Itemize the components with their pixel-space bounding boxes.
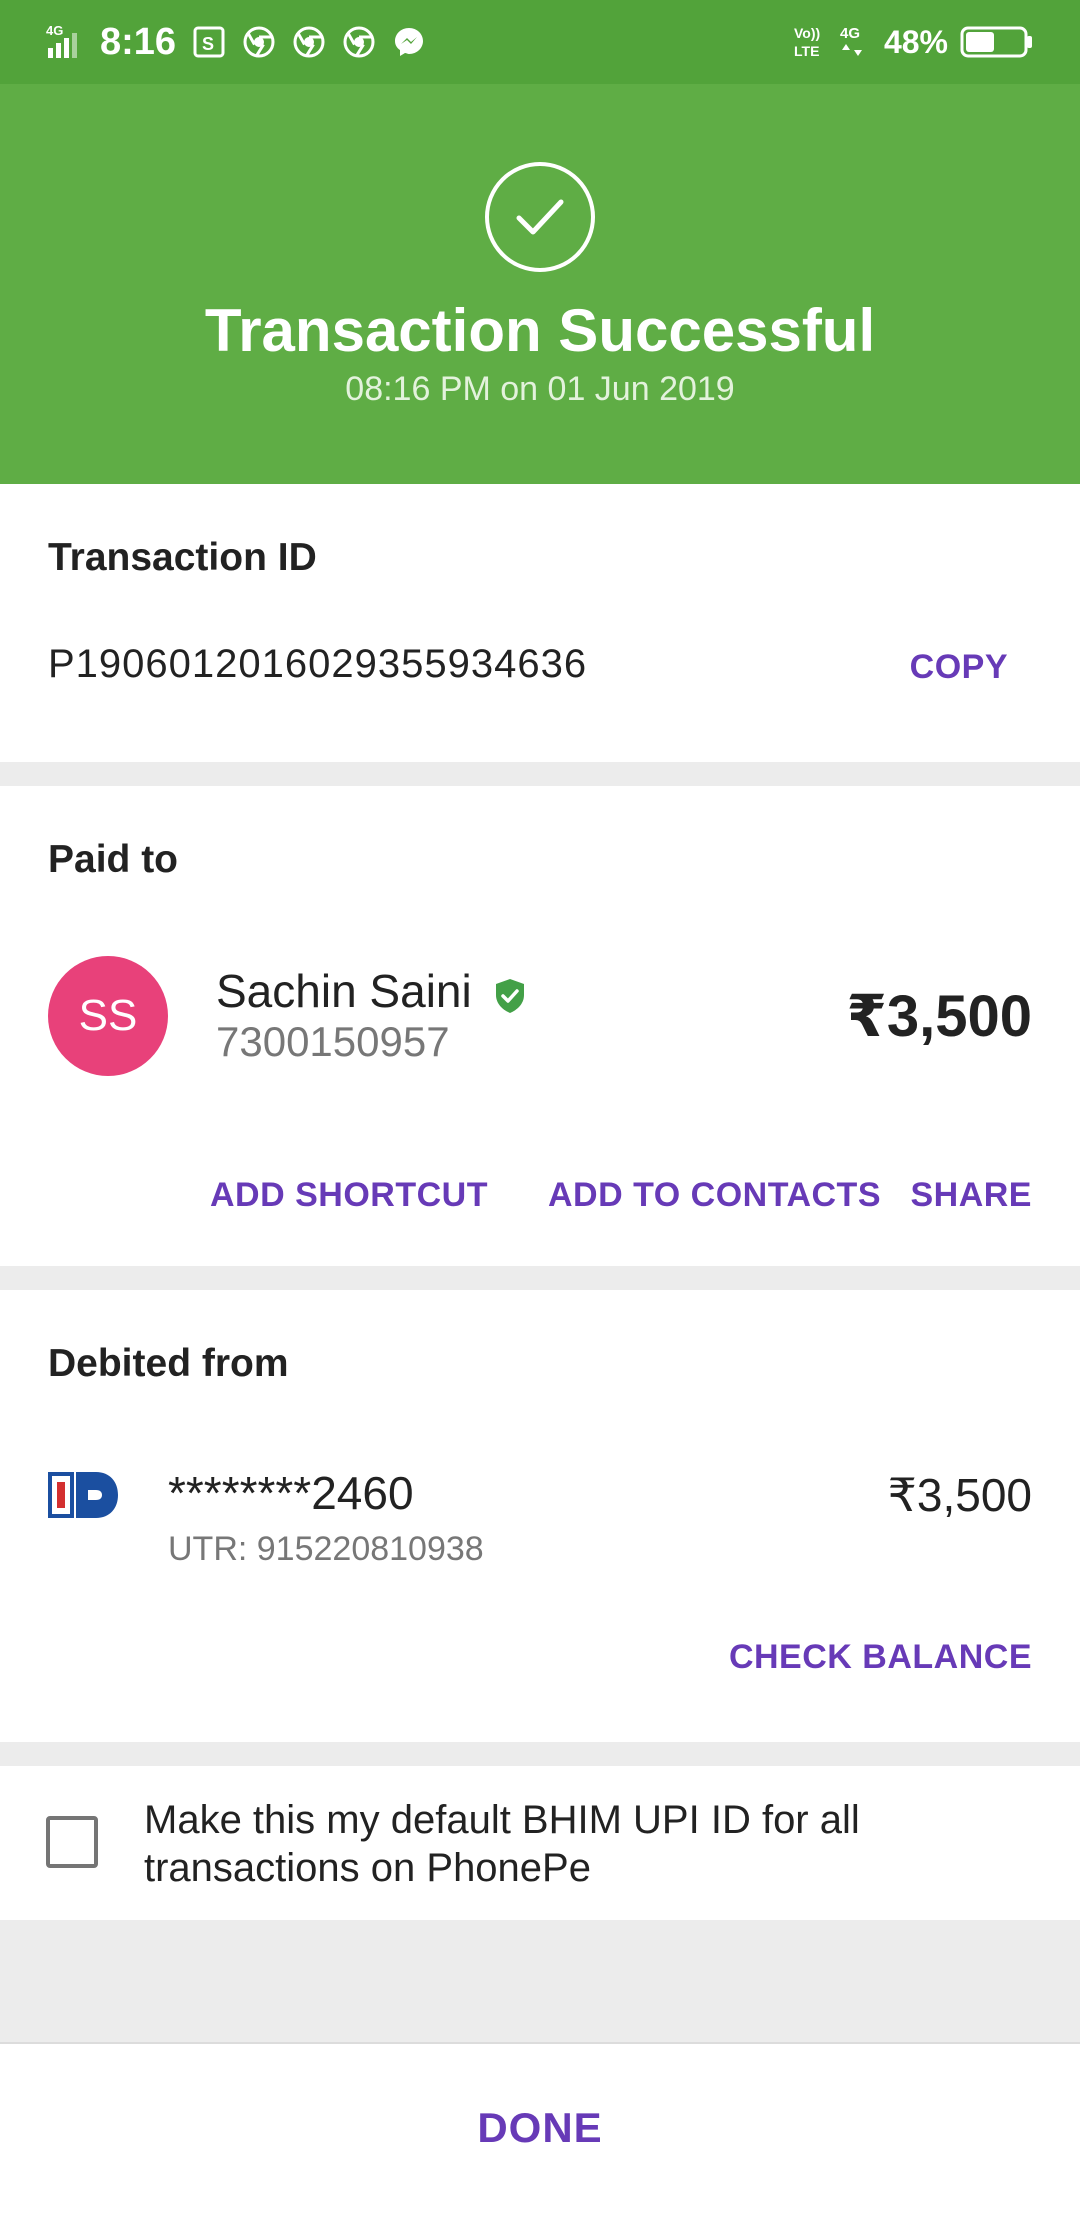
bank-logo-icon: [48, 1472, 118, 1518]
svg-text:4G: 4G: [840, 25, 860, 42]
footer-divider: [0, 2042, 1080, 2044]
status-time: 8:16: [100, 20, 177, 63]
chrome-icon: [293, 26, 325, 58]
check-balance-button[interactable]: CHECK BALANCE: [729, 1638, 1032, 1677]
status-bar: 4G 8:16 S Vo)) LTE 4G 48%: [0, 0, 1080, 84]
svg-text:Vo)): Vo)): [794, 25, 820, 41]
section-divider: [0, 762, 1080, 786]
transaction-timestamp: 08:16 PM on 01 Jun 2019: [345, 370, 735, 408]
debited-amount: ₹3,500: [887, 1469, 1032, 1521]
svg-text:4G: 4G: [46, 23, 63, 38]
bottom-spacer: [0, 1920, 1080, 2042]
done-button[interactable]: DONE: [0, 2104, 1080, 2152]
volte-icon: Vo)) LTE: [794, 25, 820, 59]
chrome-icon: [343, 26, 375, 58]
verified-badge-icon: [496, 979, 524, 1013]
battery-percent: 48%: [883, 23, 948, 60]
utr-number: UTR: 915220810938: [168, 1530, 484, 1568]
default-upi-checkbox[interactable]: [46, 1816, 98, 1868]
debited-from-label: Debited from: [48, 1342, 289, 1385]
add-to-contacts-button[interactable]: ADD TO CONTACTS: [548, 1176, 881, 1215]
paid-to-label: Paid to: [48, 838, 179, 881]
screenshot-icon: S: [193, 26, 225, 58]
default-upi-label[interactable]: Make this my default BHIM UPI ID for all…: [144, 1796, 1024, 1892]
svg-text:LTE: LTE: [794, 43, 819, 59]
success-header: Transaction Successful 08:16 PM on 01 Ju…: [0, 84, 1080, 484]
debit-account-number: ********2460: [168, 1467, 414, 1519]
messenger-icon: [395, 28, 424, 56]
transaction-status-title: Transaction Successful: [204, 297, 876, 364]
section-divider: [0, 1266, 1080, 1290]
success-check-icon: [485, 162, 595, 272]
signal-icon: 4G: [46, 23, 77, 58]
copy-button[interactable]: COPY: [910, 648, 1008, 687]
data-4g-icon: 4G: [840, 25, 862, 56]
chrome-icon: [243, 26, 275, 58]
share-button[interactable]: SHARE: [910, 1176, 1032, 1215]
transaction-id-label: Transaction ID: [48, 536, 317, 579]
avatar: SS: [48, 956, 168, 1076]
svg-text:S: S: [202, 34, 214, 54]
transaction-id-value: P1906012016029355934636: [48, 642, 588, 686]
add-shortcut-button[interactable]: ADD SHORTCUT: [210, 1176, 488, 1215]
battery-icon: [960, 26, 1032, 58]
section-divider: [0, 1742, 1080, 1766]
payee-name: Sachin Saini: [216, 965, 472, 1017]
status-bar-left: 4G 8:16 S: [46, 18, 442, 66]
paid-amount: ₹3,500: [846, 984, 1033, 1049]
payee-phone: 7300150957: [216, 1018, 450, 1065]
status-bar-right: Vo)) LTE 4G 48%: [794, 18, 1034, 66]
